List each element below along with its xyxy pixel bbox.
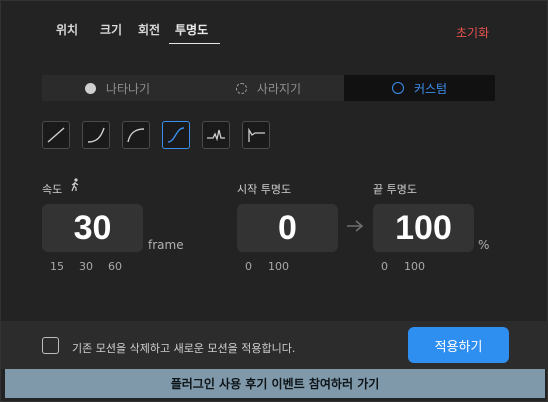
mode-disappear[interactable]: 사라지기 (193, 75, 344, 101)
mode-disappear-label: 사라지기 (256, 81, 302, 96)
start-opacity-preset-100[interactable]: 100 (268, 260, 289, 273)
speed-preset-30[interactable]: 30 (79, 260, 93, 273)
start-opacity-label: 시작 투명도 (237, 183, 292, 196)
speed-preset-60[interactable]: 60 (108, 260, 122, 273)
tab-size[interactable]: 크기 (88, 20, 133, 44)
end-opacity-label: 끝 투명도 (373, 183, 417, 196)
mode-custom-label: 커스텀 (413, 81, 448, 96)
mode-appear-label: 나타나기 (105, 81, 151, 96)
tab-position[interactable]: 위치 (46, 20, 88, 44)
bounce-curve-icon (207, 129, 225, 142)
easing-ease-in-button[interactable] (82, 121, 110, 149)
motion-panel: 위치 크기 회전 투명도 초기화 나타나기 사라지기 커스텀 속도 30 fra… (0, 0, 548, 402)
reset-button[interactable]: 초기화 (456, 24, 489, 41)
walking-person-icon (71, 178, 79, 192)
filled-circle-icon (84, 82, 96, 94)
ease-in-curve-icon (87, 127, 105, 143)
linear-curve-icon (47, 127, 65, 143)
end-opacity-input[interactable]: 100 (373, 204, 474, 252)
easing-ease-out-button[interactable] (122, 121, 150, 149)
easing-bounce-button[interactable] (202, 121, 230, 149)
ease-in-out-curve-icon (167, 127, 185, 143)
tab-rotation[interactable]: 회전 (133, 20, 169, 44)
end-opacity-preset-0[interactable]: 0 (381, 260, 388, 273)
ring-icon (391, 82, 404, 94)
speed-unit: frame (148, 238, 184, 252)
end-opacity-preset-100[interactable]: 100 (404, 260, 425, 273)
motion-mode-selector: 나타나기 사라지기 커스텀 (42, 75, 495, 101)
easing-elastic-button[interactable] (242, 121, 270, 149)
dashed-circle-icon (235, 82, 247, 94)
easing-ease-in-out-button[interactable] (162, 121, 190, 149)
apply-button[interactable]: 적용하기 (408, 327, 509, 363)
replace-motion-label: 기존 모션을 삭제하고 새로운 모션을 적용합니다. (72, 342, 296, 355)
review-event-banner[interactable]: 플러그인 사용 후기 이벤트 참여하러 가기 (5, 369, 545, 398)
speed-preset-15[interactable]: 15 (50, 260, 64, 273)
speed-label: 속도 (42, 183, 63, 196)
tab-opacity[interactable]: 투명도 (169, 20, 220, 44)
replace-motion-checkbox[interactable] (42, 337, 59, 354)
elastic-curve-icon (248, 127, 265, 142)
speed-input[interactable]: 30 (42, 204, 143, 252)
end-opacity-unit: % (478, 238, 490, 252)
start-opacity-preset-0[interactable]: 0 (245, 260, 252, 273)
start-opacity-input[interactable]: 0 (237, 204, 338, 252)
mode-appear[interactable]: 나타나기 (42, 75, 193, 101)
mode-custom[interactable]: 커스텀 (344, 75, 495, 101)
easing-linear-button[interactable] (42, 121, 70, 149)
arrow-right-icon (347, 220, 364, 232)
property-tabs: 위치 크기 회전 투명도 (46, 20, 220, 44)
ease-out-curve-icon (127, 128, 145, 143)
